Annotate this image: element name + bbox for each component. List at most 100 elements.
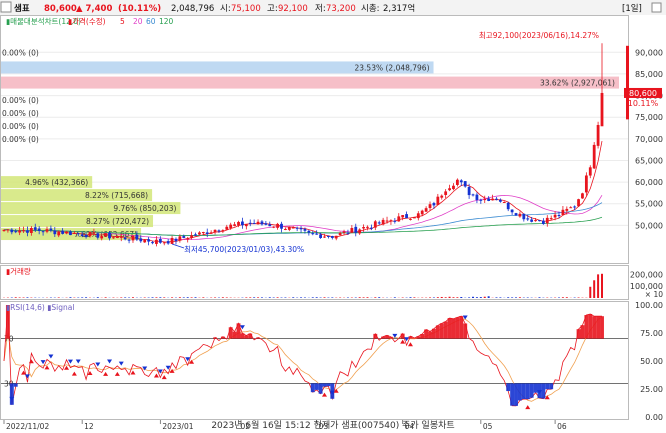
candle-body	[65, 231, 68, 234]
chart-menu-icon[interactable]	[0, 1, 12, 13]
buy-signal-arrow	[114, 371, 120, 376]
candle-body	[424, 208, 428, 212]
candle-body	[127, 239, 131, 241]
price-range-marker	[626, 45, 629, 120]
volume-bar	[593, 280, 596, 298]
volume-bar	[159, 297, 162, 298]
volume-legend: ▮거래량	[6, 267, 31, 276]
candle-body	[569, 207, 573, 209]
candle-body	[420, 210, 424, 215]
candle-body	[502, 201, 506, 203]
volume-bar	[96, 297, 99, 298]
candle-body	[252, 223, 256, 225]
volume-unit-label: × 10	[645, 290, 663, 299]
candle-body	[565, 208, 569, 211]
rsi-overbought-fill	[455, 317, 460, 339]
candle-body	[514, 213, 518, 216]
buy-signal-arrow	[71, 371, 77, 376]
price-y-tick-label: 50,000	[635, 221, 663, 230]
rsi-oversold-fill	[545, 383, 550, 390]
candle-body	[147, 239, 151, 242]
rsi-oversold-fill	[13, 383, 18, 387]
candle-body	[268, 224, 272, 227]
candle-body	[416, 213, 420, 219]
price-legend-ma: 120	[159, 17, 174, 26]
sell-signal-arrow	[107, 359, 113, 364]
high-value: 92,100	[278, 4, 308, 14]
candle-body	[381, 219, 385, 225]
volume-bar	[538, 297, 541, 298]
rsi-oversold-fill	[322, 383, 327, 387]
candle-body	[92, 232, 96, 234]
last-pct-label: 10.11%	[628, 99, 659, 108]
mcap-label: 시총:	[361, 4, 380, 14]
low-annotation: 최저45,700(2023/01/03),43.30%	[184, 244, 304, 254]
candle-body	[385, 220, 389, 222]
volume-bar	[214, 297, 217, 298]
candle-body	[327, 235, 330, 237]
candle-body	[549, 218, 553, 220]
rsi-panel	[0, 301, 629, 420]
rsi-overbought-fill	[428, 331, 432, 339]
volume-bar	[413, 297, 416, 298]
last-price-label: 80,600	[629, 89, 657, 98]
candle-body	[495, 198, 498, 200]
candle-body	[299, 228, 303, 230]
candle-body	[143, 239, 147, 243]
rsi-overbought-fill	[232, 331, 237, 339]
rsi-oversold-fill	[533, 383, 538, 393]
chart-caption: 2023년 6월 16일 15:12 현재가 샘표(007540) 주가 일봉차…	[211, 419, 454, 431]
candle-body	[217, 230, 221, 232]
buy-signal-arrow	[64, 365, 70, 370]
rsi-oversold-fill	[506, 383, 511, 392]
candle-body	[405, 214, 408, 219]
candle-body	[428, 204, 432, 209]
volume-bar	[57, 297, 60, 298]
x-axis-label: 2023/01	[162, 422, 193, 431]
rsi-overbought-fill	[459, 316, 464, 339]
candle-body	[389, 220, 393, 222]
rsi-overbought-fill	[400, 333, 405, 339]
rsi-oversold-fill	[318, 383, 323, 394]
candle-body	[412, 217, 416, 219]
low-value: 73,200	[326, 4, 356, 14]
volume-bar	[163, 297, 166, 298]
volume-bar	[444, 297, 447, 298]
rsi-overbought-fill	[424, 329, 429, 339]
candle-body	[41, 231, 45, 233]
price-legend-ma: 5	[120, 17, 125, 26]
candle-body	[346, 232, 350, 234]
volume-bar	[131, 297, 134, 298]
sell-signal-arrow	[24, 374, 30, 379]
candle-body	[366, 226, 369, 228]
rsi-overbought-fill	[576, 329, 581, 339]
candle-body	[248, 222, 252, 224]
candle-body	[100, 236, 104, 239]
candle-body	[538, 220, 541, 222]
period-selector[interactable]: [1일]	[622, 4, 642, 14]
settings-square-icon[interactable]	[651, 2, 662, 13]
volume-bar	[561, 297, 564, 298]
candle-body	[362, 227, 365, 229]
candle-body	[276, 223, 279, 228]
volume-profile-bar	[1, 76, 619, 89]
rsi-overbought-fill	[256, 337, 261, 339]
sell-signal-arrow	[48, 354, 54, 359]
candle-body	[334, 235, 338, 239]
rsi-oversold-fill	[529, 383, 534, 398]
candle-body	[45, 229, 49, 232]
low-label: 저:	[315, 4, 326, 14]
buy-signal-arrow	[28, 359, 34, 364]
candle-body	[463, 181, 467, 187]
candle-body	[534, 220, 537, 222]
candle-body	[440, 195, 444, 198]
rsi-overbought-fill	[596, 316, 601, 339]
candle-body	[338, 232, 342, 236]
volume-bar	[120, 297, 123, 298]
candle-body	[198, 232, 201, 235]
candle-body	[498, 199, 502, 202]
price-change-pct: (10.11%)	[118, 4, 161, 14]
candle-body	[358, 229, 362, 234]
candle-body	[84, 234, 88, 238]
volume-bar	[190, 297, 193, 298]
